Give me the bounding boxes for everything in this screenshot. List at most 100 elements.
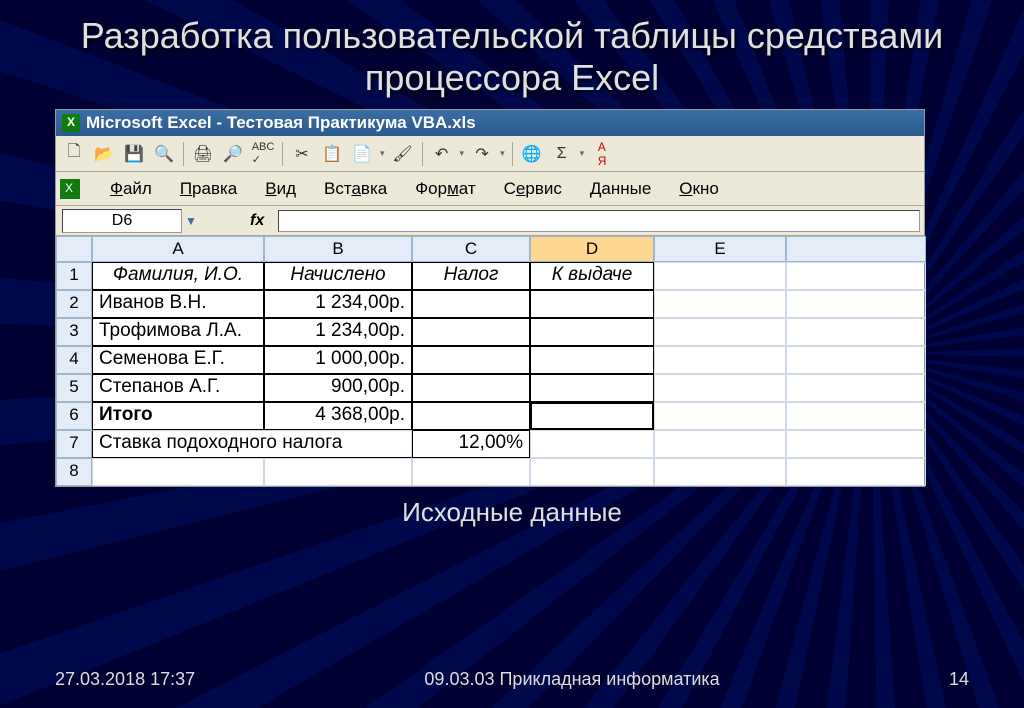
cell[interactable]: 12,00% (412, 430, 530, 458)
cell[interactable]: Налог (412, 262, 530, 290)
cell[interactable] (654, 458, 786, 486)
menu-data[interactable]: Данные (584, 177, 657, 201)
slide-caption: Исходные данные (0, 497, 1024, 528)
cell[interactable] (786, 374, 926, 402)
cell-merged[interactable]: Ставка подоходного налога (92, 430, 412, 458)
col-header-c[interactable]: C (412, 236, 530, 262)
row-header[interactable]: 5 (56, 374, 92, 402)
cell[interactable] (412, 346, 530, 374)
cell[interactable] (654, 318, 786, 346)
cell[interactable]: 4 368,00р. (264, 402, 412, 430)
cell[interactable] (92, 458, 264, 486)
cell[interactable] (786, 346, 926, 374)
format-painter-icon[interactable]: 🖌 (389, 140, 417, 168)
cell[interactable]: Начислено (264, 262, 412, 290)
cell[interactable] (530, 458, 654, 486)
undo-icon[interactable]: ↶ (428, 140, 456, 168)
undo-dropdown-icon[interactable]: ▾ (458, 148, 467, 159)
select-all-corner[interactable] (56, 236, 92, 262)
cell[interactable]: Трофимова Л.А. (92, 318, 264, 346)
separator (183, 142, 184, 166)
cell[interactable] (530, 374, 654, 402)
cell[interactable]: Фамилия, И.О. (92, 262, 264, 290)
cell[interactable] (786, 458, 926, 486)
redo-icon[interactable]: ↷ (468, 140, 496, 168)
open-file-icon[interactable]: 📂 (90, 140, 118, 168)
namebox-dropdown-icon[interactable]: ▼ (182, 214, 200, 228)
cell[interactable] (654, 374, 786, 402)
print-preview-icon[interactable]: 🔎 (219, 140, 247, 168)
row-header[interactable]: 2 (56, 290, 92, 318)
cell[interactable] (786, 402, 926, 430)
cell[interactable] (264, 458, 412, 486)
cell[interactable]: Степанов А.Г. (92, 374, 264, 402)
cell[interactable]: 1 000,00р. (264, 346, 412, 374)
cell[interactable] (530, 430, 654, 458)
copy-icon[interactable]: 📋 (318, 140, 346, 168)
paste-icon[interactable]: 📄 (348, 140, 376, 168)
name-box[interactable]: D6 (62, 209, 182, 233)
search-icon[interactable]: 🔍 (150, 140, 178, 168)
paste-dropdown-icon[interactable]: ▾ (378, 148, 387, 159)
row-header[interactable]: 3 (56, 318, 92, 346)
row-header[interactable]: 8 (56, 458, 92, 486)
redo-dropdown-icon[interactable]: ▾ (498, 148, 507, 159)
menu-file[interactable]: Файл (104, 177, 158, 201)
cell[interactable]: К выдаче (530, 262, 654, 290)
col-header-blank[interactable] (786, 236, 926, 262)
cell[interactable] (412, 458, 530, 486)
cell[interactable] (412, 402, 530, 430)
row-header[interactable]: 1 (56, 262, 92, 290)
col-header-d[interactable]: D (530, 236, 654, 262)
row-header[interactable]: 7 (56, 430, 92, 458)
spellcheck-icon[interactable]: ABC✓ (249, 140, 277, 168)
save-icon[interactable]: 💾 (120, 140, 148, 168)
formula-input[interactable] (278, 210, 920, 232)
cell[interactable] (530, 318, 654, 346)
cell[interactable]: 1 234,00р. (264, 290, 412, 318)
col-header-a[interactable]: A (92, 236, 264, 262)
cell[interactable] (786, 262, 926, 290)
menu-format[interactable]: Формат (409, 177, 481, 201)
cut-icon[interactable]: ✂ (288, 140, 316, 168)
cell[interactable]: Иванов В.Н. (92, 290, 264, 318)
autosum-dropdown-icon[interactable]: ▾ (578, 148, 587, 159)
active-cell[interactable] (530, 402, 654, 430)
row-header[interactable]: 6 (56, 402, 92, 430)
cell[interactable]: Итого (92, 402, 264, 430)
hyperlink-icon[interactable]: 🌐 (518, 140, 546, 168)
cell[interactable] (412, 318, 530, 346)
cell[interactable] (412, 374, 530, 402)
spreadsheet-grid[interactable]: A B C D E 1 Фамилия, И.О. Начислено Нало… (56, 236, 924, 486)
cell[interactable]: 900,00р. (264, 374, 412, 402)
autosum-icon[interactable]: Σ (548, 140, 576, 168)
cell[interactable]: 1 234,00р. (264, 318, 412, 346)
cell[interactable] (412, 290, 530, 318)
excel-window: Microsoft Excel - Тестовая Практикума VB… (55, 109, 925, 487)
menu-view[interactable]: Вид (259, 177, 302, 201)
menu-tools[interactable]: Сервис (498, 177, 568, 201)
print-icon[interactable]: 🖨 (189, 140, 217, 168)
fx-icon[interactable]: fx (250, 212, 264, 230)
workbook-icon[interactable] (60, 179, 80, 199)
cell[interactable] (654, 430, 786, 458)
col-header-e[interactable]: E (654, 236, 786, 262)
cell[interactable] (786, 430, 926, 458)
menu-window[interactable]: Окно (673, 177, 725, 201)
cell[interactable] (530, 346, 654, 374)
sort-icon[interactable]: AЯ (588, 140, 616, 168)
cell[interactable] (654, 346, 786, 374)
cell[interactable] (654, 262, 786, 290)
menu-insert[interactable]: Вставка (318, 177, 393, 201)
col-header-b[interactable]: B (264, 236, 412, 262)
cell[interactable]: Семенова Е.Г. (92, 346, 264, 374)
cell[interactable] (786, 290, 926, 318)
cell[interactable] (530, 290, 654, 318)
cell[interactable] (654, 290, 786, 318)
new-file-icon[interactable]: 🗋 (60, 140, 88, 168)
menu-edit[interactable]: Правка (174, 177, 243, 201)
standard-toolbar: 🗋 📂 💾 🔍 🖨 🔎 ABC✓ ✂ 📋 📄▾ 🖌 ↶▾ ↷▾ 🌐 Σ▾ AЯ (56, 136, 924, 172)
cell[interactable] (786, 318, 926, 346)
row-header[interactable]: 4 (56, 346, 92, 374)
cell[interactable] (654, 402, 786, 430)
